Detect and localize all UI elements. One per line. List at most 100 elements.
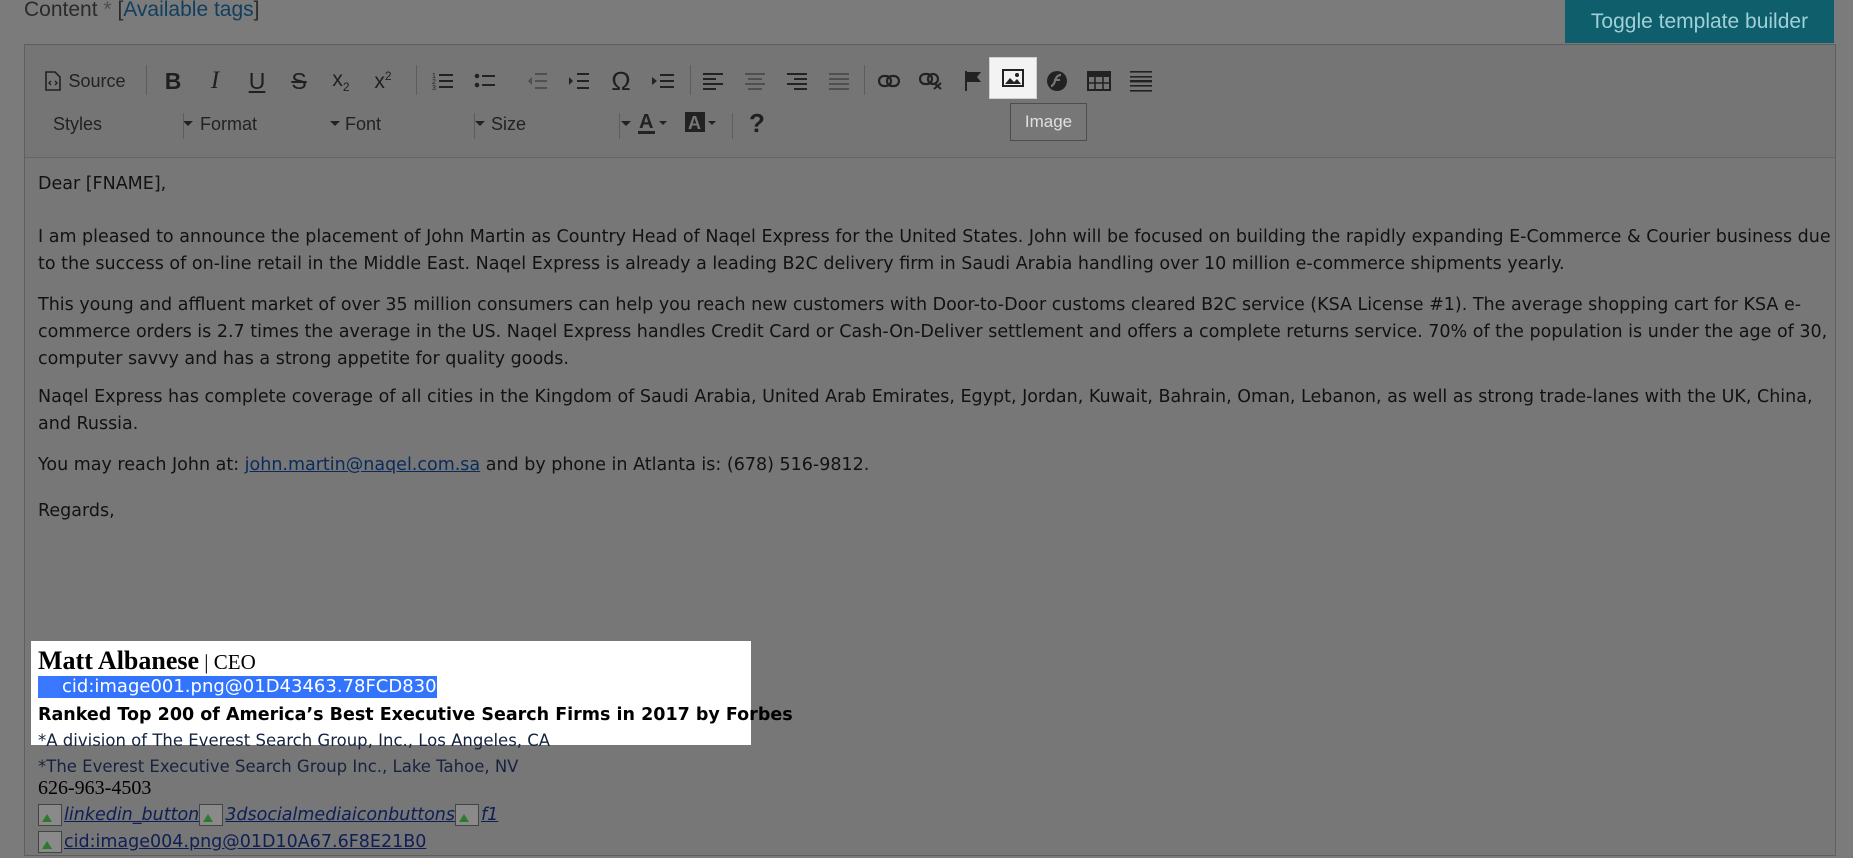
signature-title: | CEO: [199, 650, 256, 674]
superscript-icon: x2: [374, 68, 392, 93]
broken-image-icon: [455, 804, 480, 826]
signature-division-1: *A division of The Everest Search Group,…: [38, 731, 551, 750]
paragraph-3: Naqel Express has complete coverage of a…: [38, 387, 1813, 434]
image-tooltip: Image: [1010, 103, 1087, 141]
strikethrough-button[interactable]: S: [283, 63, 315, 99]
italic-button[interactable]: I: [199, 63, 231, 99]
editor-content-area[interactable]: Dear [FNAME], I am pleased to announce t…: [25, 158, 1835, 858]
format-dropdown-label: Format: [200, 113, 258, 134]
flash-button[interactable]: [1041, 63, 1073, 99]
flag-icon: [965, 71, 981, 91]
outdent-icon: [528, 73, 547, 89]
paragraph-1: I am pleased to announce the placement o…: [38, 227, 1831, 274]
bold-button[interactable]: B: [157, 63, 189, 99]
toolbar-separator: [690, 65, 691, 95]
linkedin-image[interactable]: linkedin_button: [38, 804, 199, 826]
link-button[interactable]: [873, 63, 905, 99]
social-images-row: linkedin_button 3dsocialmediaiconbuttons f…: [38, 804, 498, 830]
toggle-template-builder-button[interactable]: Toggle template builder: [1565, 0, 1834, 43]
source-button[interactable]: Source: [39, 63, 131, 99]
help-icon: ?: [749, 107, 765, 138]
italic-icon: I: [210, 67, 220, 94]
bullet-list-icon: [474, 73, 495, 88]
content-field-label: Content * [Available tags]: [24, 0, 260, 22]
decrease-indent-button[interactable]: [521, 63, 553, 99]
justify-button[interactable]: [823, 63, 855, 99]
social-buttons-image[interactable]: 3dsocialmediaiconbuttons: [199, 804, 455, 826]
broken-image-icon: [38, 831, 62, 853]
align-center-icon: [745, 73, 765, 90]
toolbar-separator: [183, 113, 184, 139]
omega-icon: Ω: [611, 65, 631, 96]
styles-dropdown[interactable]: Styles: [53, 107, 193, 141]
text-color-button[interactable]: A: [633, 105, 673, 141]
svg-text:A: A: [639, 111, 653, 133]
signature-name-line: Matt Albanese | CEO: [38, 646, 256, 676]
editor-toolbar: Source B I U S x2 x2 123 Ω Styles Format…: [25, 45, 1835, 158]
help-button[interactable]: ?: [741, 105, 773, 141]
align-left-icon: [703, 73, 723, 90]
content-label-text: Content: [24, 0, 98, 21]
subscript-button[interactable]: x2: [325, 63, 357, 99]
anchor-button[interactable]: [957, 63, 989, 99]
styles-dropdown-label: Styles: [53, 113, 103, 134]
font-dropdown[interactable]: Font: [345, 107, 485, 141]
text-color-icon: A: [638, 111, 667, 134]
size-dropdown[interactable]: Size: [491, 107, 631, 141]
size-dropdown-label: Size: [491, 113, 527, 134]
align-left-button[interactable]: [697, 63, 729, 99]
unlink-button[interactable]: [915, 63, 947, 99]
contact-prefix: You may reach John at:: [38, 455, 245, 475]
underline-button[interactable]: U: [241, 63, 273, 99]
cid-image-004-alt: cid:image004.png@01D10A67.6F8E21B0: [64, 832, 427, 852]
indent-icon: [569, 73, 589, 89]
special-character-button[interactable]: Ω: [605, 63, 637, 99]
chevron-down-icon: [330, 121, 340, 126]
image-button[interactable]: [989, 57, 1037, 99]
available-tags-link[interactable]: Available tags: [123, 0, 253, 21]
background-color-button[interactable]: A: [681, 105, 721, 141]
toolbar-separator: [732, 113, 733, 139]
format-dropdown[interactable]: Format: [200, 107, 340, 141]
unlink-icon: [919, 72, 942, 90]
signature-division-2: *The Everest Executive Search Group Inc.…: [38, 757, 519, 776]
source-icon: [45, 71, 62, 91]
increase-indent-button[interactable]: [563, 63, 595, 99]
numbered-list-button[interactable]: 123: [427, 63, 459, 99]
svg-text:A: A: [688, 113, 701, 133]
blockquote-button[interactable]: [647, 63, 679, 99]
link-icon: [878, 74, 900, 88]
align-right-icon: [787, 73, 807, 90]
superscript-button[interactable]: x2: [367, 63, 399, 99]
signature-image-alt: cid:image001.png@01D43463.78FCD830: [62, 676, 437, 697]
email-link[interactable]: john.martin@naqel.com.sa: [245, 455, 481, 475]
contact-paragraph: You may reach John at: john.martin@naqel…: [38, 452, 1838, 479]
bullet-list-button[interactable]: [469, 63, 501, 99]
regards-text: Regards,: [38, 501, 115, 521]
table-button[interactable]: [1083, 63, 1115, 99]
cid-image-004[interactable]: cid:image004.png@01D10A67.6F8E21B0: [38, 831, 426, 853]
subscript-icon: x2: [332, 67, 350, 95]
source-label: Source: [68, 70, 126, 91]
numbered-list-icon: 123: [432, 73, 453, 91]
rich-text-editor: Source B I U S x2 x2 123 Ω Styles Format…: [24, 44, 1836, 856]
horizontal-line-icon: [1130, 71, 1152, 92]
broken-image-icon: [38, 676, 60, 698]
horizontal-rule-button[interactable]: [1125, 63, 1157, 99]
strikethrough-icon: S: [291, 67, 307, 94]
font-dropdown-label: Font: [345, 113, 382, 134]
image-icon: [1002, 69, 1024, 87]
signature-phone: 626-963-4503: [38, 777, 152, 799]
signature-image-selected[interactable]: cid:image001.png@01D43463.78FCD830: [38, 676, 437, 698]
required-mark: *: [103, 0, 112, 21]
broken-image-icon: [199, 804, 224, 826]
align-center-button[interactable]: [739, 63, 771, 99]
f1-image[interactable]: f1: [455, 804, 498, 826]
tags-bracket-close: ]: [253, 0, 260, 21]
linkedin-image-alt: linkedin_button: [64, 805, 200, 825]
f1-image-alt: f1: [481, 805, 499, 825]
align-right-button[interactable]: [781, 63, 813, 99]
greeting-text: Dear [FNAME],: [38, 174, 167, 194]
social-buttons-alt: 3dsocialmediaiconbuttons: [225, 805, 456, 825]
underline-icon: U: [248, 67, 266, 94]
